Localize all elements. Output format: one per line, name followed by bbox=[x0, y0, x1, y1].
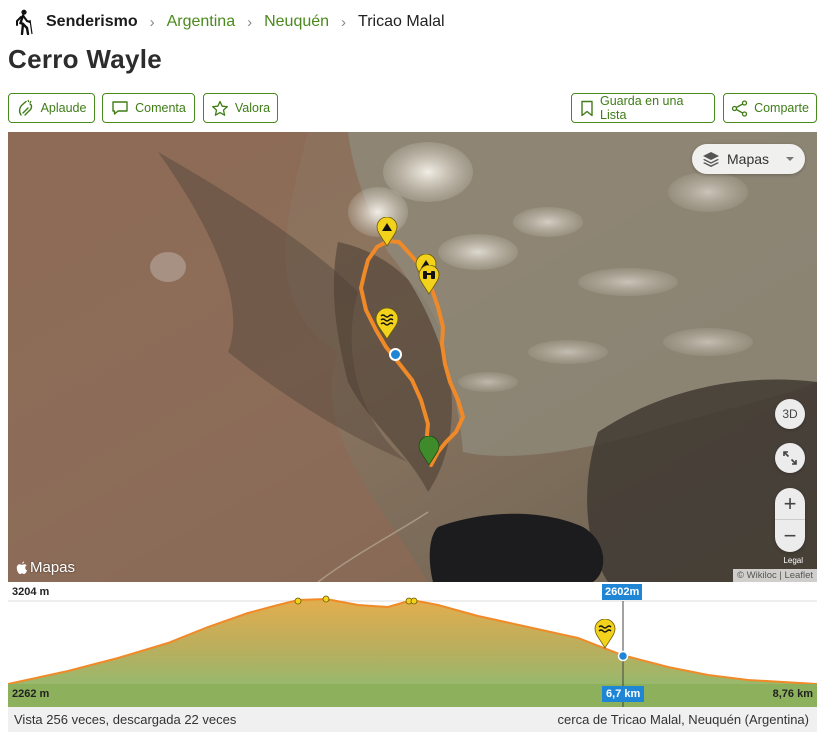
breadcrumb-separator: › bbox=[341, 13, 347, 31]
zoom-control: + − bbox=[775, 488, 805, 552]
rate-label: Valora bbox=[234, 101, 271, 115]
comment-icon bbox=[112, 101, 128, 115]
apple-maps-logo: Mapas bbox=[16, 559, 75, 576]
apple-maps-label: Mapas bbox=[30, 559, 76, 576]
save-to-list-label: Guarda en una Lista bbox=[600, 94, 684, 122]
legal-link[interactable]: Legal bbox=[783, 556, 803, 565]
clap-icon bbox=[18, 99, 32, 116]
3d-view-button[interactable]: 3D bbox=[775, 399, 805, 429]
expand-icon bbox=[783, 451, 797, 465]
breadcrumb-item-tricao-malal: Tricao Malal bbox=[358, 13, 445, 30]
apple-icon bbox=[16, 561, 27, 574]
map-terrain bbox=[8, 132, 817, 582]
breadcrumb-root[interactable]: Senderismo bbox=[46, 13, 138, 31]
breadcrumb-item-neuquen[interactable]: Neuquén bbox=[264, 13, 329, 31]
viewpoint-marker-icon[interactable] bbox=[418, 265, 440, 295]
share-label: Comparte bbox=[754, 101, 809, 115]
breadcrumb-separator: › bbox=[149, 13, 155, 31]
page-title: Cerro Wayle bbox=[8, 44, 163, 74]
breadcrumb: Senderismo › Argentina › Neuquén › Trica… bbox=[14, 8, 445, 36]
star-icon bbox=[211, 100, 228, 116]
zoom-out-button[interactable]: − bbox=[775, 520, 805, 552]
position-marker bbox=[389, 348, 402, 361]
water-marker-icon[interactable] bbox=[375, 308, 399, 340]
rate-button[interactable]: Valora bbox=[203, 93, 278, 123]
min-elevation-label: 2262 m bbox=[12, 688, 50, 700]
comment-label: Comenta bbox=[135, 101, 186, 115]
save-to-list-button[interactable]: Guarda en una Lista bbox=[571, 93, 715, 123]
bookmark-icon bbox=[581, 100, 593, 116]
cursor-elevation-badge: 2602m bbox=[602, 584, 643, 600]
satellite-map[interactable]: Mapas 3D + − Legal © Wikiloc | Leaflet M… bbox=[8, 132, 817, 582]
breadcrumb-item-argentina[interactable]: Argentina bbox=[167, 13, 236, 31]
hiking-icon bbox=[14, 9, 36, 35]
elevation-profile[interactable]: 3204 m 2262 m 8,76 km 2602m 6,7 km bbox=[8, 583, 817, 707]
total-distance-label: 8,76 km bbox=[772, 688, 813, 700]
applaud-label: Aplaude bbox=[40, 101, 87, 115]
chevron-down-icon bbox=[786, 157, 794, 161]
map-layer-label: Mapas bbox=[727, 151, 770, 167]
start-marker-icon[interactable] bbox=[418, 436, 440, 466]
cursor-distance-badge: 6,7 km bbox=[602, 686, 645, 702]
map-layer-select[interactable]: Mapas bbox=[692, 144, 805, 174]
location-text: cerca de Tricao Malal, Neuquén (Argentin… bbox=[557, 712, 809, 727]
max-elevation-label: 3204 m bbox=[12, 586, 50, 598]
trail-footer: Vista 256 veces, descargada 22 veces cer… bbox=[8, 707, 817, 732]
water-marker-icon bbox=[594, 619, 616, 649]
share-icon bbox=[731, 99, 748, 117]
elevation-chart bbox=[8, 595, 817, 707]
fullscreen-button[interactable] bbox=[775, 443, 805, 473]
summit-marker-icon[interactable] bbox=[376, 217, 398, 247]
layers-icon bbox=[703, 152, 719, 167]
map-attribution[interactable]: © Wikiloc | Leaflet bbox=[733, 569, 817, 582]
comment-button[interactable]: Comenta bbox=[102, 93, 195, 123]
breadcrumb-separator: › bbox=[247, 13, 253, 31]
share-button[interactable]: Comparte bbox=[723, 93, 817, 123]
view-download-stats: Vista 256 veces, descargada 22 veces bbox=[14, 712, 237, 727]
zoom-in-button[interactable]: + bbox=[775, 488, 805, 520]
applaud-button[interactable]: Aplaude bbox=[8, 93, 95, 123]
